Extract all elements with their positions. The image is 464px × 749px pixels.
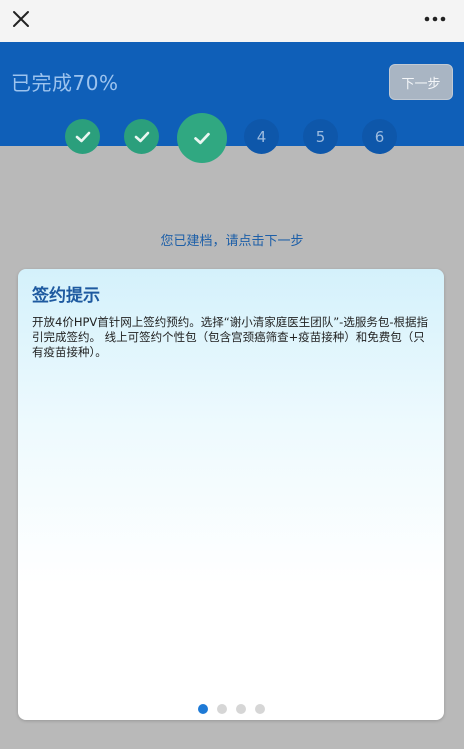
pager-dot-1[interactable] [197,704,208,714]
next-step-button[interactable]: 下一步 [389,64,453,100]
step-number: 4 [256,127,267,146]
progress-header: 已完成70% 下一步 [0,42,464,136]
close-icon [13,11,29,27]
step-number: 5 [315,127,326,146]
pager-dot-2[interactable] [216,704,227,714]
step-4: 4 [244,119,279,154]
step-3-current [177,113,227,163]
pager-dots [18,704,444,714]
card-body: 开放4价HPV首针网上签约预约。选择“谢小清家庭医生团队”-选服务包-根据指引完… [32,315,428,359]
step-2 [124,119,159,154]
step-number: 6 [374,127,385,146]
check-icon [134,131,149,142]
signing-tip-card[interactable]: 签约提示 开放4价HPV首针网上签约预约。选择“谢小清家庭医生团队”-选服务包-… [18,269,444,720]
card-title: 签约提示 [32,286,100,306]
status-message: 您已建档，请点击下一步 [160,234,304,249]
step-1 [65,119,100,154]
check-icon [75,131,90,142]
more-icon [424,16,446,22]
more-button[interactable] [420,8,450,30]
step-5: 5 [303,119,338,154]
top-bar [0,0,464,42]
progress-title: 已完成70% [11,71,119,95]
pager-dot-4[interactable] [254,704,265,714]
pager-dot-3[interactable] [235,704,246,714]
close-button[interactable] [8,6,34,32]
check-icon [194,132,210,144]
step-6: 6 [362,119,397,154]
